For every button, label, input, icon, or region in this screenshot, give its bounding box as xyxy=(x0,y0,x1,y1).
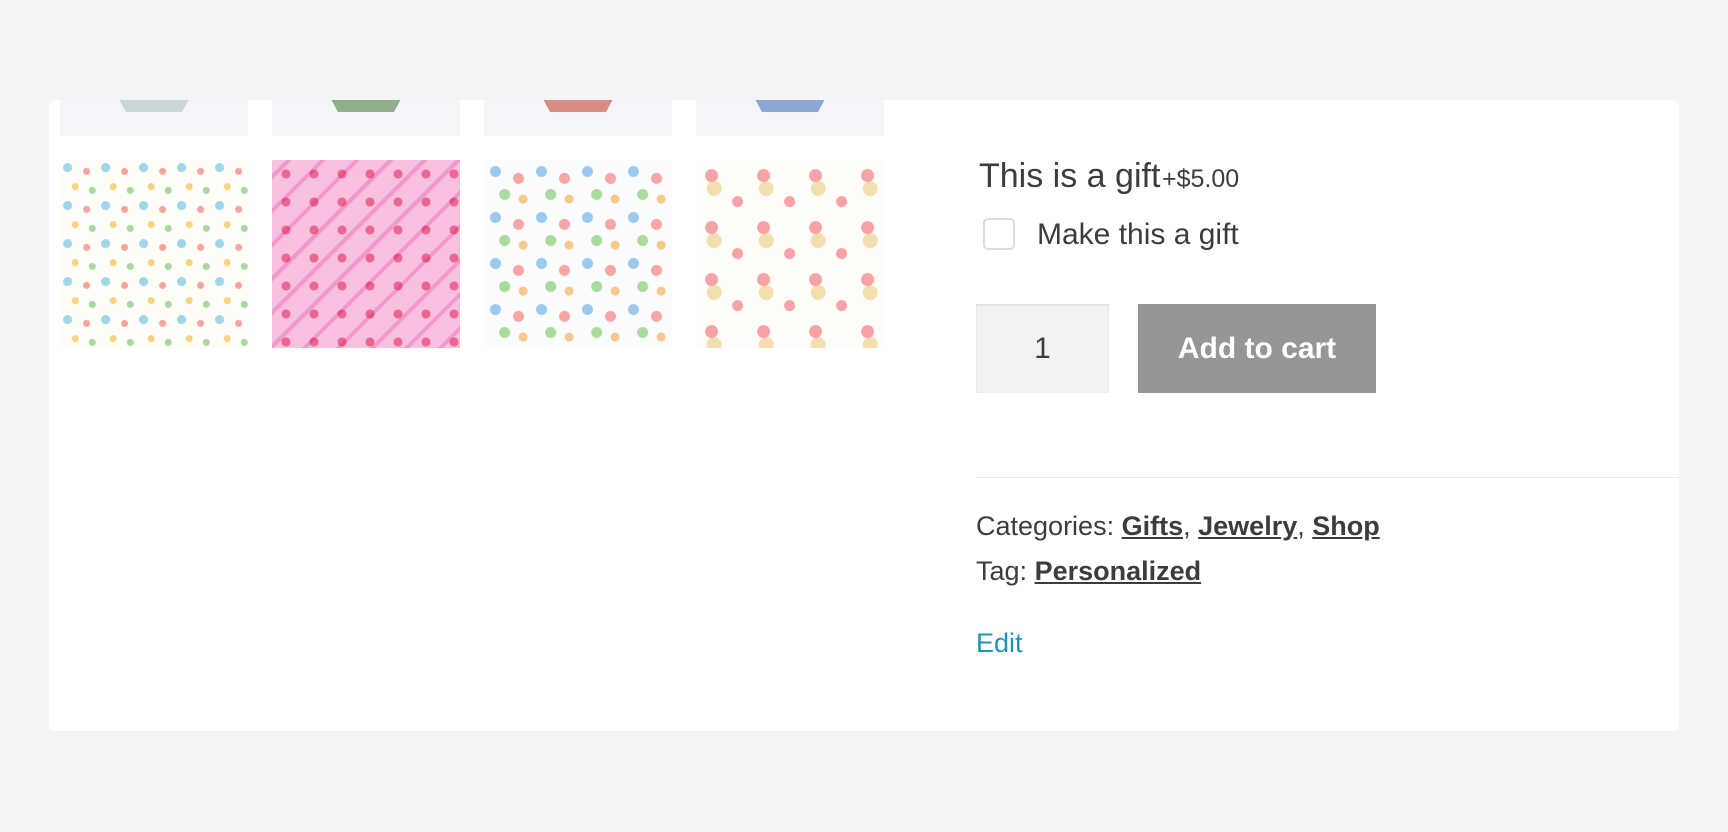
gallery-thumbnail-4[interactable] xyxy=(696,100,884,136)
gift-box-image xyxy=(326,100,406,112)
gift-box-image xyxy=(114,100,194,112)
categories-label: Categories: xyxy=(976,511,1115,541)
tag-link-personalized[interactable]: Personalized xyxy=(1035,556,1202,586)
gift-box-image xyxy=(750,100,830,112)
gift-option-price: +$5.00 xyxy=(1162,165,1240,193)
tag-label: Tag: xyxy=(976,556,1028,586)
swatch-pink-chevron-hearts-pattern[interactable] xyxy=(272,160,460,348)
gallery-thumbnail-2[interactable] xyxy=(272,100,460,136)
swatch-bells-bows-pattern[interactable] xyxy=(696,160,884,348)
edit-link[interactable]: Edit xyxy=(976,628,1023,659)
quantity-input[interactable]: 1 xyxy=(976,304,1109,393)
gift-box-image xyxy=(538,100,618,112)
tag-row: Tag: Personalized xyxy=(976,556,1201,587)
gallery-thumbnail-3[interactable] xyxy=(484,100,672,136)
add-to-cart-button[interactable]: Add to cart xyxy=(1138,304,1376,393)
make-gift-checkbox[interactable] xyxy=(983,218,1015,250)
category-link-gifts[interactable]: Gifts xyxy=(1122,511,1184,541)
categories-row: Categories: Gifts, Jewelry, Shop xyxy=(976,511,1380,541)
swatch-gift-boxes-pattern[interactable] xyxy=(60,160,248,348)
category-link-shop[interactable]: Shop xyxy=(1312,511,1380,541)
category-link-jewelry[interactable]: Jewelry xyxy=(1198,511,1297,541)
gallery-thumbnail-1[interactable] xyxy=(60,100,248,136)
make-gift-label[interactable]: Make this a gift xyxy=(1037,218,1239,252)
swatch-happy-birthday-pattern[interactable] xyxy=(484,160,672,348)
divider xyxy=(976,477,1679,478)
gift-option-title: This is a gift xyxy=(979,157,1161,195)
